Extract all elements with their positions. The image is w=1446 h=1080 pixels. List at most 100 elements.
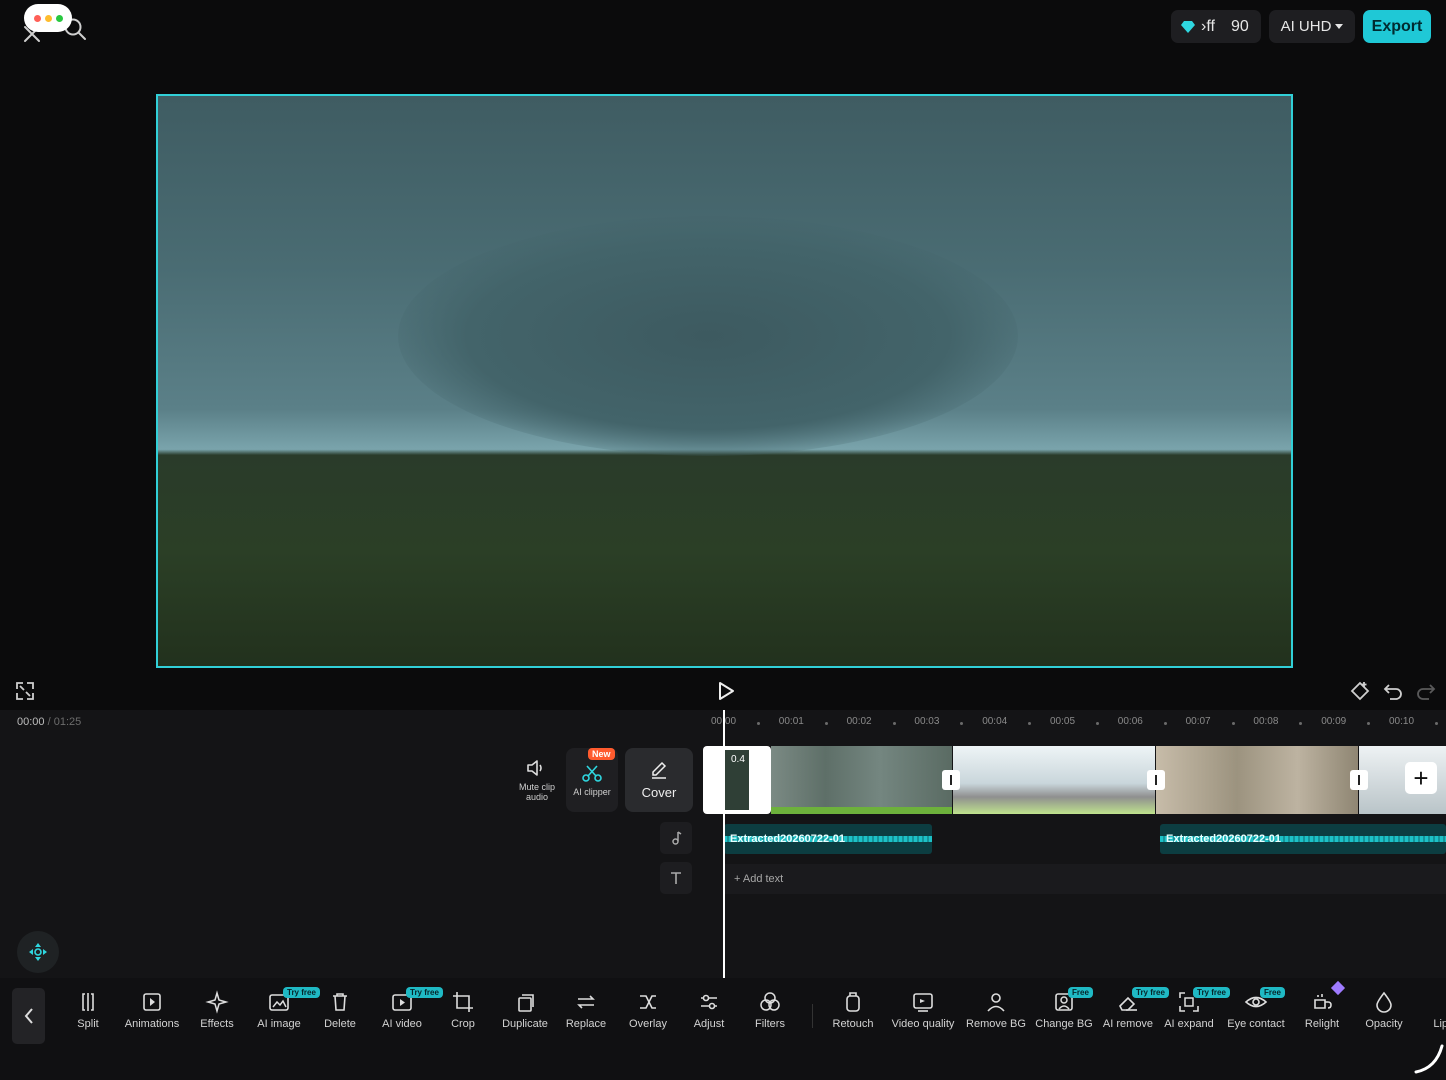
ruler-dot: [1367, 722, 1371, 725]
transition-button[interactable]: [942, 770, 960, 790]
tool-opacity[interactable]: Opacity: [1352, 990, 1416, 1042]
video-clip[interactable]: [771, 746, 952, 814]
scissors-icon: [582, 765, 602, 782]
top-left-controls: [18, 4, 98, 50]
ruler-dot: [960, 722, 964, 725]
tool-badge: Free: [1260, 987, 1285, 998]
tool-label: AI expand: [1164, 1018, 1214, 1030]
move-handle[interactable]: [17, 931, 59, 973]
tool-video-quality[interactable]: Video quality: [891, 990, 955, 1042]
tool-label: Change BG: [1035, 1018, 1093, 1030]
tool-duplicate[interactable]: Duplicate: [493, 990, 557, 1042]
mute-clip-audio-button[interactable]: Mute clip audio: [512, 748, 562, 812]
quality-dropdown[interactable]: AI UHD: [1269, 10, 1355, 43]
ruler-dot: [892, 722, 896, 725]
timecode: 00:00 / 01:25: [17, 716, 81, 728]
tool-adjust[interactable]: Adjust: [677, 990, 741, 1042]
tool-label: Retouch: [832, 1018, 874, 1030]
undo-icon[interactable]: [1381, 679, 1405, 703]
tool-label: Video quality: [891, 1018, 955, 1030]
audio-track-button[interactable]: [660, 822, 692, 854]
ruler-tick-label: 00:08: [1253, 716, 1279, 727]
replace-icon: [577, 995, 595, 1009]
ruler-dot: [824, 722, 828, 725]
split-icon: [82, 993, 94, 1011]
tool-label: Lip s: [1433, 1018, 1446, 1030]
redo-icon[interactable]: [1414, 679, 1438, 703]
ruler-dot: [757, 722, 760, 725]
effects-icon: [205, 990, 229, 1014]
tool-label: Replace: [565, 1018, 607, 1030]
playhead[interactable]: [723, 710, 725, 978]
video-clip-selected[interactable]: 0.4: [703, 746, 771, 814]
audio-clip[interactable]: Extracted20260722-01: [1160, 824, 1446, 854]
video-quality-icon: [913, 993, 933, 1012]
tool-label: AI image: [257, 1018, 301, 1030]
ruler-tick-label: 00:09: [1321, 716, 1347, 727]
pro-credits-pill[interactable]: ›ff 90: [1171, 10, 1261, 43]
tool-ai-video[interactable]: AI video Try free: [370, 987, 443, 1042]
tool-change-bg[interactable]: Change BG Free: [1032, 987, 1096, 1042]
tool-remove-bg[interactable]: Remove BG: [964, 990, 1028, 1042]
lip-sync-icon: [1433, 990, 1446, 1014]
duplicate-icon: [518, 994, 534, 1012]
relight-icon: [1314, 994, 1332, 1009]
tool-label: AI remove: [1102, 1018, 1154, 1030]
credits-count: 90: [1230, 17, 1249, 35]
tool-label: Opacity: [1365, 1018, 1403, 1030]
new-badge: New: [588, 748, 615, 760]
transition-button[interactable]: [1350, 770, 1368, 790]
tool-animations[interactable]: Animations: [120, 990, 184, 1042]
export-button[interactable]: Export: [1363, 10, 1431, 43]
tool-filters[interactable]: Filters: [738, 990, 802, 1042]
video-clip[interactable]: [953, 746, 1155, 814]
collapse-toolbar-button[interactable]: [12, 988, 45, 1044]
play-icon[interactable]: [713, 679, 737, 703]
fullscreen-icon[interactable]: [14, 680, 36, 702]
tool-eye-contact[interactable]: Eye contact Free: [1224, 987, 1288, 1042]
dot-red-icon: [34, 15, 41, 22]
tool-ai-remove[interactable]: AI remove Try free: [1096, 987, 1169, 1042]
ruler-tick-label: 00:10: [1389, 716, 1415, 727]
cover-button[interactable]: Cover: [625, 748, 693, 812]
total-duration: 01:25: [53, 716, 82, 728]
tool-replace[interactable]: Replace: [554, 990, 618, 1042]
opacity-icon: [1376, 991, 1392, 1013]
tool-ai-image[interactable]: AI image Try free: [247, 987, 320, 1042]
tool-effects[interactable]: Effects: [185, 990, 249, 1042]
ruler-dot: [1299, 722, 1303, 725]
tool-delete[interactable]: Delete: [308, 990, 372, 1042]
add-text-track[interactable]: + Add text: [724, 864, 1446, 894]
window-controls-bubble[interactable]: [24, 4, 72, 32]
remove-bg-icon: [987, 993, 1005, 1012]
tool-label: Eye contact: [1227, 1018, 1285, 1030]
tool-label: Remove BG: [966, 1018, 1026, 1030]
tool-retouch[interactable]: Retouch: [821, 990, 885, 1042]
keyframe-icon[interactable]: [1348, 679, 1372, 703]
tool-crop[interactable]: Crop: [431, 990, 495, 1042]
retouch-icon: [846, 992, 860, 1012]
ruler-dot: [1028, 722, 1032, 725]
ruler-dot: [1163, 722, 1167, 725]
tool-lip-sync[interactable]: Lip s: [1413, 990, 1446, 1042]
dot-yellow-icon: [45, 15, 52, 22]
tool-ai-expand[interactable]: AI expand Try free: [1157, 987, 1230, 1042]
music-note-icon: [672, 831, 682, 845]
time-ruler[interactable]: 00:0000:0100:0200:0300:0400:0500:0600:07…: [706, 716, 1446, 732]
tool-relight[interactable]: Relight: [1290, 990, 1354, 1042]
tool-label: Relight: [1304, 1018, 1340, 1030]
text-track-button[interactable]: [660, 862, 692, 894]
tool-overlay[interactable]: Overlay: [616, 990, 680, 1042]
video-clip[interactable]: [1156, 746, 1358, 814]
pro-label: ›ff: [1201, 17, 1215, 35]
ruler-dot: [1231, 722, 1235, 725]
tool-split[interactable]: Split: [56, 990, 120, 1042]
audio-clip-label: Extracted20260722-01: [1166, 833, 1281, 845]
add-clip-button[interactable]: +: [1405, 762, 1437, 794]
video-preview[interactable]: [156, 94, 1293, 668]
chevron-left-icon: [24, 1008, 33, 1024]
audio-clip[interactable]: Extracted20260722-01: [724, 824, 932, 854]
transition-button[interactable]: [1147, 770, 1165, 790]
ruler-tick-label: 00:04: [982, 716, 1008, 727]
tool-label: Animations: [124, 1018, 180, 1030]
